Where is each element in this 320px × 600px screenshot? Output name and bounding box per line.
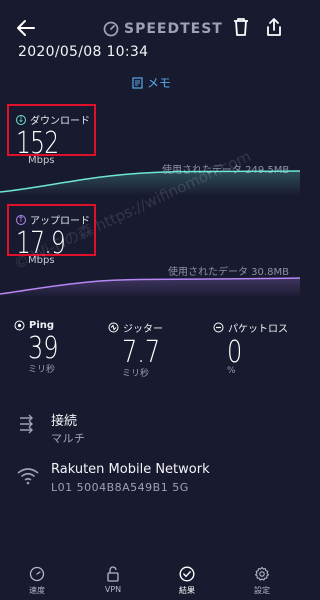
nav-speed[interactable]: 速度	[17, 566, 57, 596]
jitter-icon	[108, 322, 119, 333]
share-icon	[267, 18, 281, 36]
gear-icon	[254, 566, 270, 581]
ping-label: Ping	[29, 320, 55, 331]
ping-icon	[14, 320, 25, 331]
packet-loss-label: パケットロス	[228, 324, 288, 335]
ping-metric: Ping 39 ミリ秒	[14, 320, 66, 375]
wifi-icon	[17, 468, 39, 485]
nav-settings[interactable]: 設定	[242, 566, 282, 596]
nav-vpn[interactable]: VPN	[93, 566, 133, 594]
nav-results[interactable]: 結果	[167, 566, 207, 596]
network-row	[17, 467, 39, 489]
packet-loss-metric: パケットロス 0 %	[213, 320, 288, 376]
note-icon	[132, 76, 143, 89]
nav-settings-label: 設定	[254, 586, 270, 595]
gauge-logo-icon	[103, 21, 119, 37]
app-name: SPEEDTEST	[124, 21, 223, 37]
jitter-metric: ジッター 7.7 ミリ秒	[108, 320, 170, 379]
delete-button[interactable]	[230, 16, 252, 38]
connection-title: 接続	[51, 414, 78, 429]
connection-row	[18, 413, 38, 439]
memo-label: メモ	[147, 76, 172, 90]
upload-graph	[0, 277, 300, 298]
arrow-left-icon	[17, 20, 35, 36]
network-details: L01 5004B8A549B1 5G	[51, 481, 189, 494]
multi-connection-icon	[20, 414, 33, 434]
connection-subtitle: マルチ	[51, 432, 86, 445]
network-name: Rakuten Mobile Network	[51, 462, 210, 477]
check-circle-icon	[179, 566, 195, 582]
nav-vpn-label: VPN	[104, 585, 122, 594]
test-datetime: 2020/05/08 10:34	[18, 44, 149, 60]
lock-icon	[107, 566, 119, 582]
jitter-label: ジッター	[123, 324, 163, 335]
packet-loss-value: 0	[227, 335, 243, 370]
nav-speed-label: 速度	[29, 586, 45, 595]
jitter-value: 7.7	[122, 335, 161, 370]
back-button[interactable]	[14, 16, 38, 40]
trash-icon	[234, 18, 248, 36]
packet-loss-icon	[213, 322, 224, 333]
download-highlight-box	[7, 104, 96, 156]
nav-results-label: 結果	[179, 586, 195, 595]
ping-value: 39	[28, 331, 59, 366]
speedtest-logo: SPEEDTEST	[103, 19, 223, 39]
speedometer-icon	[29, 566, 45, 582]
memo-button[interactable]: メモ	[132, 74, 171, 91]
share-button[interactable]	[263, 16, 285, 38]
